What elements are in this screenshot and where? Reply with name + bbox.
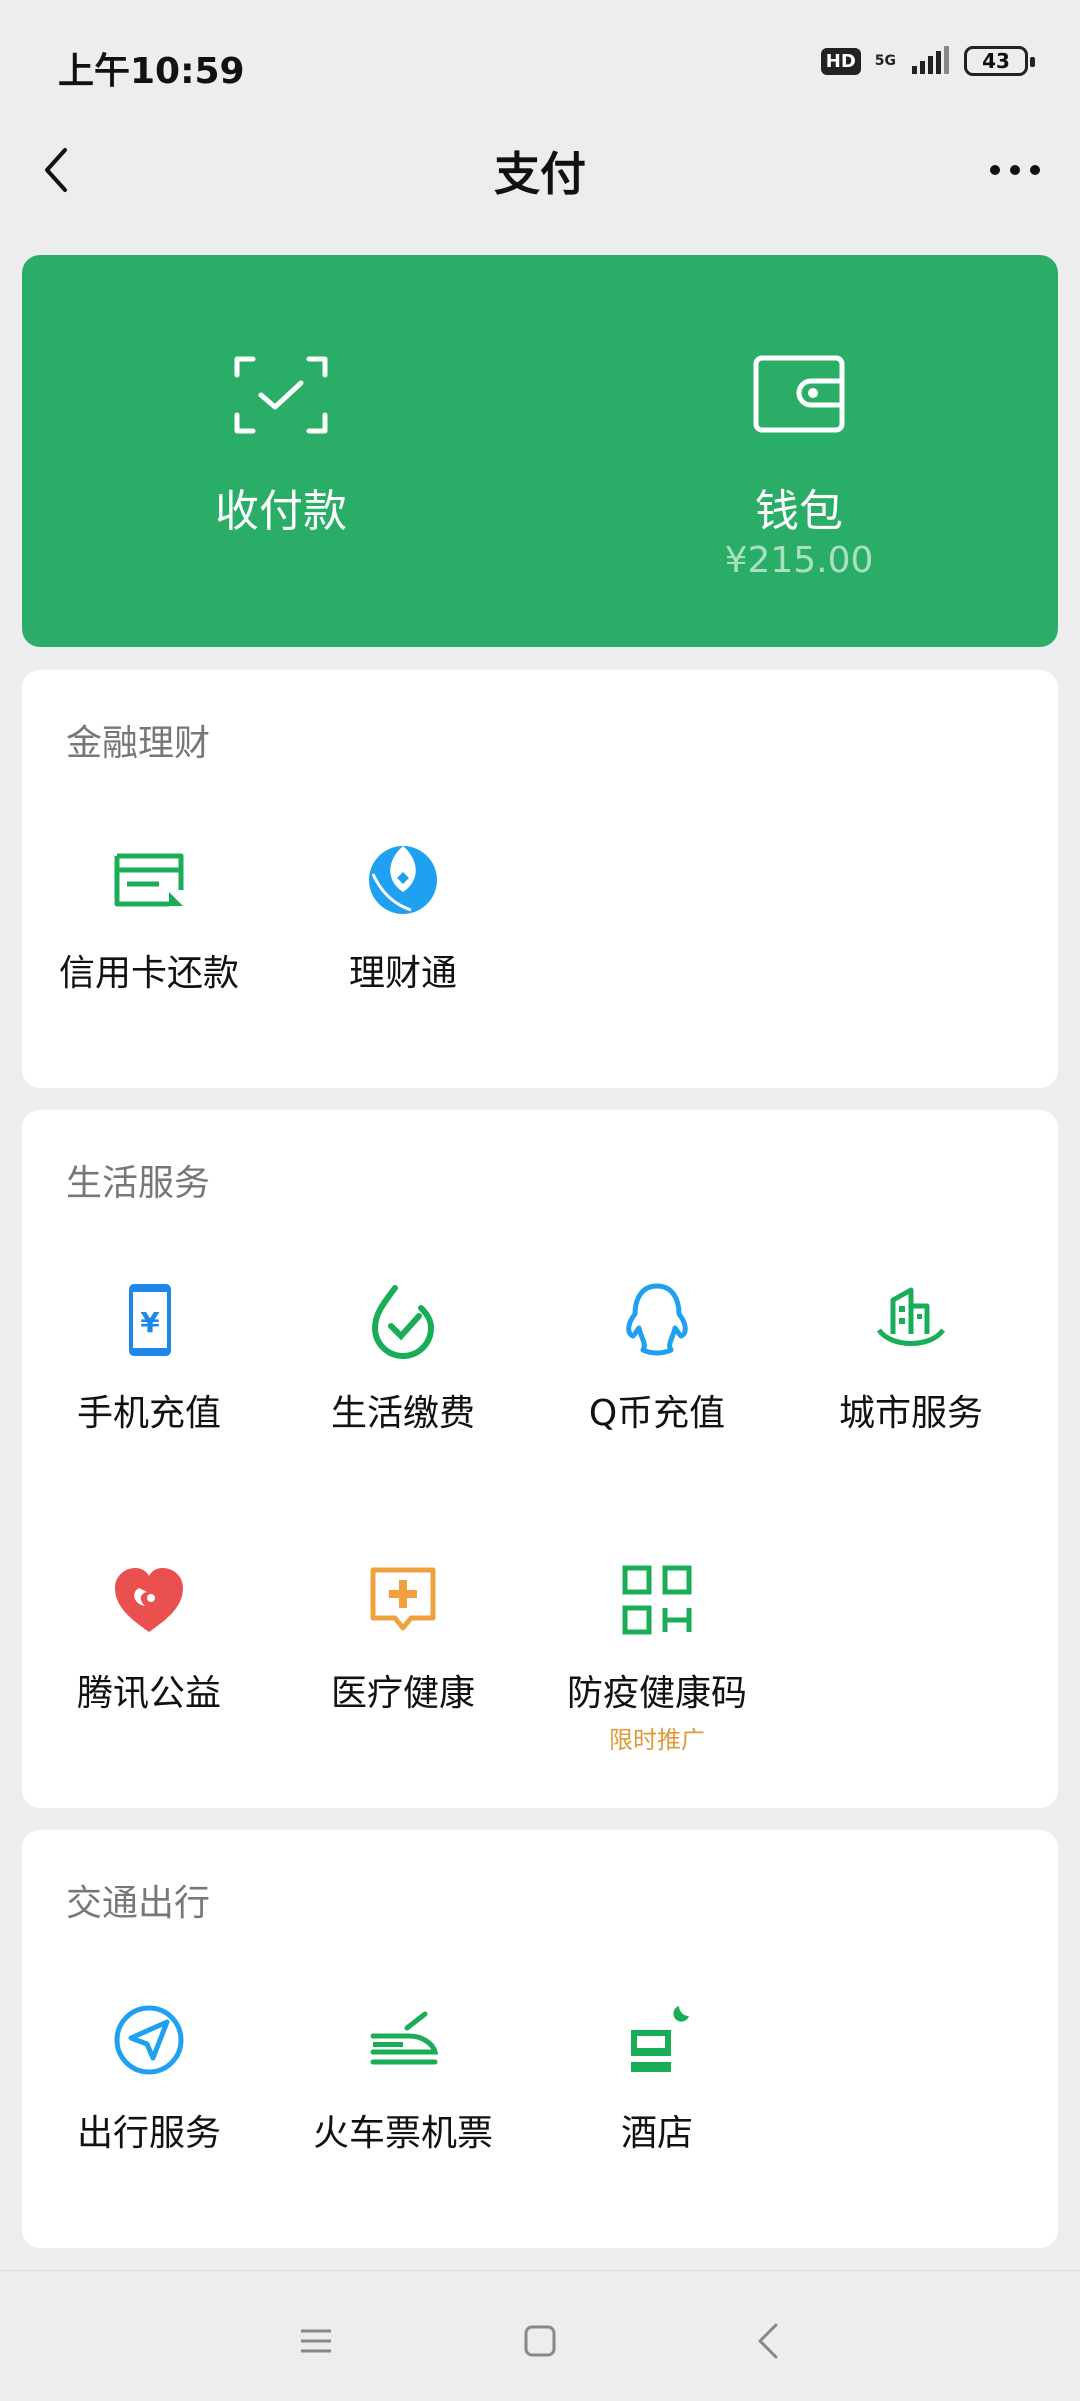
grid-label: 酒店 [620, 2113, 693, 2154]
grid-item-hotel[interactable]: 酒店 [530, 2000, 784, 2200]
section-title-transport: 交通出行 [66, 1883, 211, 1924]
grid-label: Q币充值 [588, 1393, 726, 1434]
grid-item-charity[interactable]: 腾讯公益 [22, 1560, 276, 1760]
battery-icon: 43 [964, 46, 1035, 76]
grid-label: 生活缴费 [330, 1393, 475, 1434]
utility-bill-icon [371, 1285, 435, 1359]
system-nav-bar [0, 2270, 1080, 2401]
battery-level: 43 [982, 49, 1010, 73]
grid-label: 信用卡还款 [58, 953, 239, 994]
grid-label: 出行服务 [76, 2113, 221, 2154]
grid-item-phone-recharge[interactable]: ¥ 手机充值 [22, 1280, 276, 1480]
navigation-icon [114, 2005, 184, 2075]
qr-code-icon [622, 1565, 692, 1635]
status-time: 上午10:59 [58, 51, 245, 92]
medical-icon [370, 1567, 436, 1631]
recents-button[interactable] [286, 2311, 346, 2371]
credit-card-icon [114, 853, 184, 907]
grid-item-credit-card-repay[interactable]: 信用卡还款 [22, 840, 276, 1040]
home-square-icon [524, 2325, 556, 2357]
wallet-balance: ¥215.00 [724, 540, 874, 581]
qq-coin-icon [626, 1283, 688, 1356]
grid-label: 理财通 [348, 953, 457, 994]
grid-item-medical[interactable]: 医疗健康 [276, 1560, 530, 1760]
grid-label: 城市服务 [838, 1393, 983, 1434]
promo-tag: 限时推广 [609, 1726, 705, 1754]
grid-label: 手机充值 [76, 1393, 221, 1434]
life-services-section: 生活服务 ¥ 手机充值 生活缴费 Q币充值 城市服务 腾讯公益 医疗健康 防疫健… [22, 1110, 1058, 1808]
receive-pay-label: 收付款 [215, 486, 347, 537]
system-back-button[interactable] [738, 2311, 798, 2371]
section-title-finance: 金融理财 [66, 723, 211, 764]
grid-item-qq-coin[interactable]: Q币充值 [530, 1280, 784, 1480]
wealth-icon [369, 846, 437, 914]
more-dots-icon [990, 165, 1040, 175]
receive-pay-button[interactable]: 收付款 [22, 255, 540, 647]
grid-label: 防疫健康码 [566, 1673, 747, 1714]
grid-item-travel-service[interactable]: 出行服务 [22, 2000, 276, 2200]
grid-item-wealth[interactable]: 理财通 [276, 840, 530, 1040]
network-5g-indicator: 5G [875, 54, 896, 68]
grid-label: 火车票机票 [312, 2113, 493, 2154]
back-arrow-icon [45, 148, 67, 192]
back-button[interactable] [28, 142, 84, 198]
city-service-icon [876, 1287, 946, 1346]
section-title-life: 生活服务 [66, 1163, 211, 1204]
grid-item-health-code[interactable]: 防疫健康码 限时推广 [530, 1560, 784, 1760]
wallet-label: 钱包 [755, 486, 843, 537]
signal-icon [912, 46, 949, 74]
phone-recharge-icon: ¥ [129, 1284, 171, 1356]
hotel-icon [631, 2006, 689, 2072]
page-title: 支付 [494, 147, 586, 201]
status-icons: HD 5G 43 [820, 46, 1035, 76]
hd-badge: HD [820, 47, 861, 75]
nav-bar: 支付 [0, 120, 1080, 220]
network-type: 5G [874, 53, 896, 69]
payment-hero-card: 收付款 钱包 ¥215.00 [22, 255, 1058, 647]
grid-label: 腾讯公益 [76, 1673, 221, 1714]
menu-lines-icon [301, 2329, 331, 2353]
svg-text:¥: ¥ [140, 1306, 160, 1339]
transport-section: 交通出行 出行服务 火车票机票 酒店 [22, 1830, 1058, 2248]
grid-item-city-service[interactable]: 城市服务 [784, 1280, 1038, 1480]
back-chevron-icon [758, 2323, 778, 2359]
wallet-button[interactable]: 钱包 ¥215.00 [540, 255, 1058, 647]
grid-item-train-flight[interactable]: 火车票机票 [276, 2000, 530, 2200]
more-button[interactable] [980, 142, 1050, 198]
scan-check-icon [234, 356, 328, 434]
charity-heart-icon [115, 1568, 183, 1632]
grid-label: 医疗健康 [330, 1673, 475, 1714]
finance-section: 金融理财 信用卡还款 理财通 [22, 670, 1058, 1088]
wallet-icon [753, 355, 845, 433]
train-icon [370, 2011, 439, 2065]
home-button[interactable] [510, 2311, 570, 2371]
grid-item-utility-bill[interactable]: 生活缴费 [276, 1280, 530, 1480]
status-bar: 上午10:59 HD 5G 43 [0, 0, 1080, 130]
